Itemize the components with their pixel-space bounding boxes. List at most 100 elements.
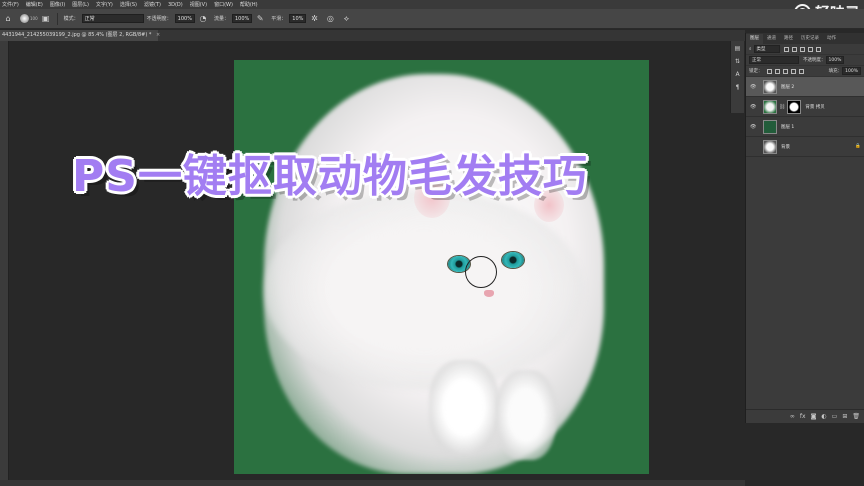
menu-layer[interactable]: 图层(L) bbox=[72, 1, 89, 8]
airbrush-icon[interactable]: ✎ bbox=[255, 14, 265, 24]
adjustment-icon[interactable]: ◐ bbox=[821, 413, 826, 420]
layer-name: 背景 bbox=[781, 144, 790, 150]
mask-icon[interactable]: ◙ bbox=[811, 413, 817, 420]
layer-row-layer2[interactable]: 👁 图层 2 bbox=[746, 77, 864, 97]
adjust-icon[interactable]: ⇅ bbox=[735, 58, 740, 65]
panel-tabs: 图层 通道 路径 历史记录 动作 bbox=[746, 33, 864, 44]
lock-position-icon[interactable] bbox=[782, 68, 788, 74]
smoothing-field[interactable]: 10% bbox=[289, 14, 307, 23]
tools-panel bbox=[0, 41, 9, 486]
opacity-label: 不透明度： bbox=[146, 16, 172, 22]
layer-kind-value: 类型 bbox=[756, 47, 766, 52]
blend-mode-value: 正常 bbox=[752, 58, 761, 63]
layer-row-background-copy[interactable]: 👁 ⛓ 背景 拷贝 bbox=[746, 97, 864, 117]
layer-row-background[interactable]: 背景 🔒 bbox=[746, 137, 864, 157]
menu-select[interactable]: 选择(S) bbox=[120, 1, 137, 8]
tab-actions[interactable]: 动作 bbox=[823, 34, 840, 44]
menu-image[interactable]: 图像(I) bbox=[50, 1, 65, 8]
tab-paths[interactable]: 路径 bbox=[780, 34, 797, 44]
lock-image-icon[interactable] bbox=[774, 68, 780, 74]
symmetry-icon[interactable]: ⟡ bbox=[341, 14, 351, 24]
flow-value: 100% bbox=[234, 16, 250, 22]
pressure-opacity-icon[interactable]: ◔ bbox=[198, 14, 208, 24]
menu-type[interactable]: 文字(Y) bbox=[96, 1, 113, 8]
video-headline: PS一键抠取动物毛发技巧 bbox=[72, 151, 588, 202]
filter-buttons bbox=[783, 46, 821, 52]
menu-filter[interactable]: 滤镜(T) bbox=[144, 1, 161, 8]
visibility-eye-icon[interactable]: 👁 bbox=[750, 124, 758, 130]
menu-view[interactable]: 视图(V) bbox=[190, 1, 207, 8]
lock-row: 锁定： 填充： 100% bbox=[746, 66, 864, 77]
smoothing-label: 平滑： bbox=[271, 16, 287, 22]
flow-field[interactable]: 100% bbox=[231, 14, 253, 23]
properties-icon[interactable]: ▤ bbox=[735, 45, 741, 52]
flow-label: 流量： bbox=[213, 16, 229, 22]
cat-eye-right bbox=[502, 252, 524, 268]
filter-pixel-icon[interactable] bbox=[783, 46, 789, 52]
character-icon[interactable]: A bbox=[735, 71, 739, 78]
opacity-field[interactable]: 100% bbox=[174, 14, 195, 23]
lock-artboard-icon[interactable] bbox=[790, 68, 796, 74]
group-icon[interactable]: ▭ bbox=[832, 413, 838, 420]
mode-label: 模式： bbox=[63, 16, 79, 22]
mask-link-icon[interactable]: ⛓ bbox=[779, 104, 785, 110]
link-icon[interactable]: ∞ bbox=[790, 413, 795, 420]
menu-edit[interactable]: 编辑(E) bbox=[26, 1, 43, 8]
menu-file[interactable]: 文件(F) bbox=[2, 1, 19, 8]
brush-preset-picker[interactable] bbox=[19, 14, 29, 24]
document-tab[interactable]: 4431944_214255039199_2.jpg @ 85.4% (图层 2… bbox=[0, 30, 160, 41]
image-canvas[interactable] bbox=[234, 60, 649, 474]
layer-kind-filter[interactable]: 类型 bbox=[753, 45, 780, 53]
layer-opacity-field[interactable]: 100% bbox=[825, 56, 845, 64]
divider bbox=[56, 12, 58, 25]
menu-3d[interactable]: 3D(D) bbox=[168, 2, 183, 8]
lock-pixels-icon[interactable] bbox=[766, 68, 772, 74]
layer-row-layer1[interactable]: 👁 图层 1 bbox=[746, 117, 864, 137]
layer-thumbnail bbox=[763, 79, 777, 94]
lock-buttons bbox=[766, 68, 804, 74]
filter-adjust-icon[interactable] bbox=[791, 46, 797, 52]
smoothing-value: 10% bbox=[292, 16, 304, 22]
close-tab-icon[interactable]: × bbox=[156, 32, 160, 38]
smoothing-options-icon[interactable]: ✲ bbox=[309, 14, 319, 24]
tab-history[interactable]: 历史记录 bbox=[797, 34, 823, 44]
cat-nose bbox=[484, 290, 494, 297]
layer-thumbnail bbox=[763, 99, 777, 114]
filter-shape-icon[interactable] bbox=[807, 46, 813, 52]
layer-filter-row: ⌕ 类型 bbox=[746, 44, 864, 55]
document-tab-title: 4431944_214255039199_2.jpg @ 85.4% (图层 2… bbox=[2, 32, 152, 38]
blend-row: 正常 不透明度： 100% bbox=[746, 55, 864, 66]
fill-field[interactable]: 100% bbox=[842, 67, 861, 75]
lock-label: 锁定： bbox=[749, 69, 763, 74]
lock-icon: 🔒 bbox=[855, 144, 861, 149]
blend-mode-select[interactable]: 正常 bbox=[749, 56, 799, 64]
options-bar: ⌂ 100 ▣ 模式： 正常 不透明度： 100% ◔ 流量： 100% ✎ 平… bbox=[0, 9, 864, 29]
fill-label: 填充： bbox=[828, 69, 843, 74]
menu-window[interactable]: 窗口(W) bbox=[214, 1, 233, 8]
pressure-size-icon[interactable]: ◎ bbox=[325, 14, 335, 24]
visibility-eye-icon[interactable]: 👁 bbox=[750, 104, 758, 110]
brush-tip-icon bbox=[19, 14, 29, 23]
menu-help[interactable]: 帮助(H) bbox=[240, 1, 258, 8]
layers-panel-footer: ∞ fx ◙ ◐ ▭ ⊞ 🗑 bbox=[746, 409, 864, 423]
filter-text-icon[interactable] bbox=[799, 46, 805, 52]
layer-name: 图层 1 bbox=[781, 124, 795, 130]
trash-icon[interactable]: 🗑 bbox=[852, 413, 860, 420]
home-icon[interactable]: ⌂ bbox=[3, 14, 13, 24]
mode-select[interactable]: 正常 bbox=[81, 14, 144, 23]
mode-value: 正常 bbox=[84, 16, 95, 22]
brush-settings-icon[interactable]: ▣ bbox=[41, 14, 51, 24]
paragraph-icon[interactable]: ¶ bbox=[736, 84, 740, 91]
layer-mask-thumbnail[interactable] bbox=[787, 99, 802, 114]
filter-smart-icon[interactable] bbox=[815, 46, 821, 52]
tab-layers[interactable]: 图层 bbox=[746, 34, 763, 44]
fill-value: 100% bbox=[845, 69, 858, 74]
layer-opacity-label: 不透明度： bbox=[803, 58, 826, 63]
new-layer-icon[interactable]: ⊞ bbox=[842, 413, 847, 420]
tab-channels[interactable]: 通道 bbox=[763, 34, 780, 44]
layer-thumbnail bbox=[763, 119, 777, 134]
fx-icon[interactable]: fx bbox=[800, 413, 806, 420]
lock-all-icon[interactable] bbox=[798, 68, 804, 74]
opacity-value: 100% bbox=[177, 16, 192, 22]
visibility-eye-icon[interactable]: 👁 bbox=[750, 84, 758, 90]
